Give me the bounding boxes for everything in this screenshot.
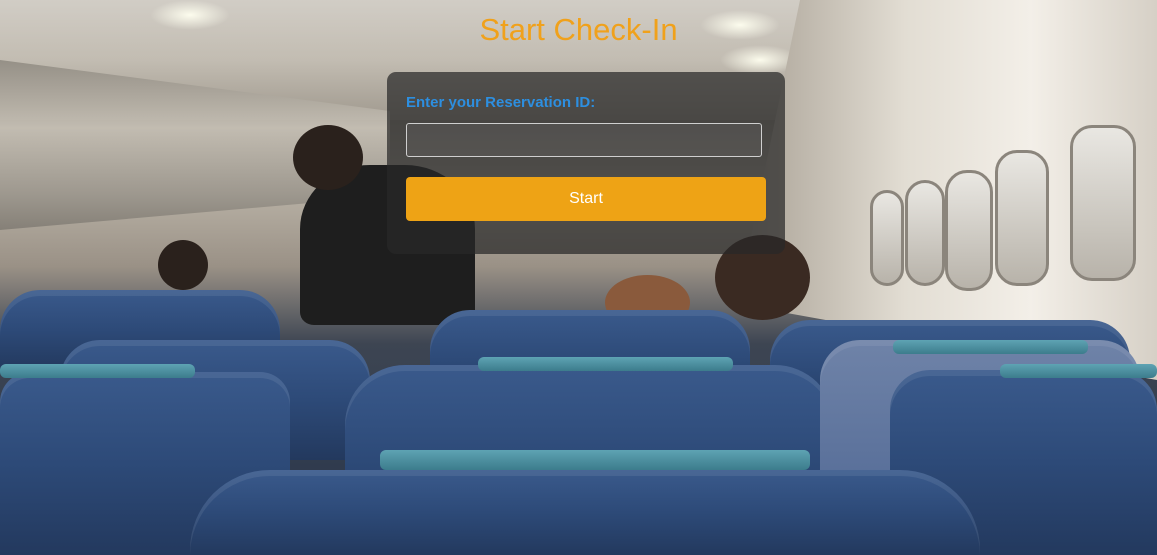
cabin-window xyxy=(995,150,1049,286)
cabin-window xyxy=(1070,125,1136,281)
seat-headrest xyxy=(0,364,195,378)
check-in-card: Enter your Reservation ID: Start xyxy=(387,72,785,254)
cabin-window xyxy=(905,180,945,286)
page-title: Start Check-In xyxy=(479,12,678,47)
passenger-head xyxy=(293,125,363,190)
start-button[interactable]: Start xyxy=(406,177,766,221)
reservation-id-label: Enter your Reservation ID: xyxy=(406,94,596,111)
reservation-id-input[interactable] xyxy=(406,123,762,157)
seat-headrest xyxy=(893,340,1088,354)
cabin-window xyxy=(945,170,993,291)
seat-headrest xyxy=(1000,364,1157,378)
seat-back xyxy=(190,470,980,555)
cabin-window xyxy=(870,190,904,286)
passenger-head xyxy=(158,240,208,290)
seat-headrest xyxy=(380,450,810,470)
seat-headrest xyxy=(478,357,733,371)
